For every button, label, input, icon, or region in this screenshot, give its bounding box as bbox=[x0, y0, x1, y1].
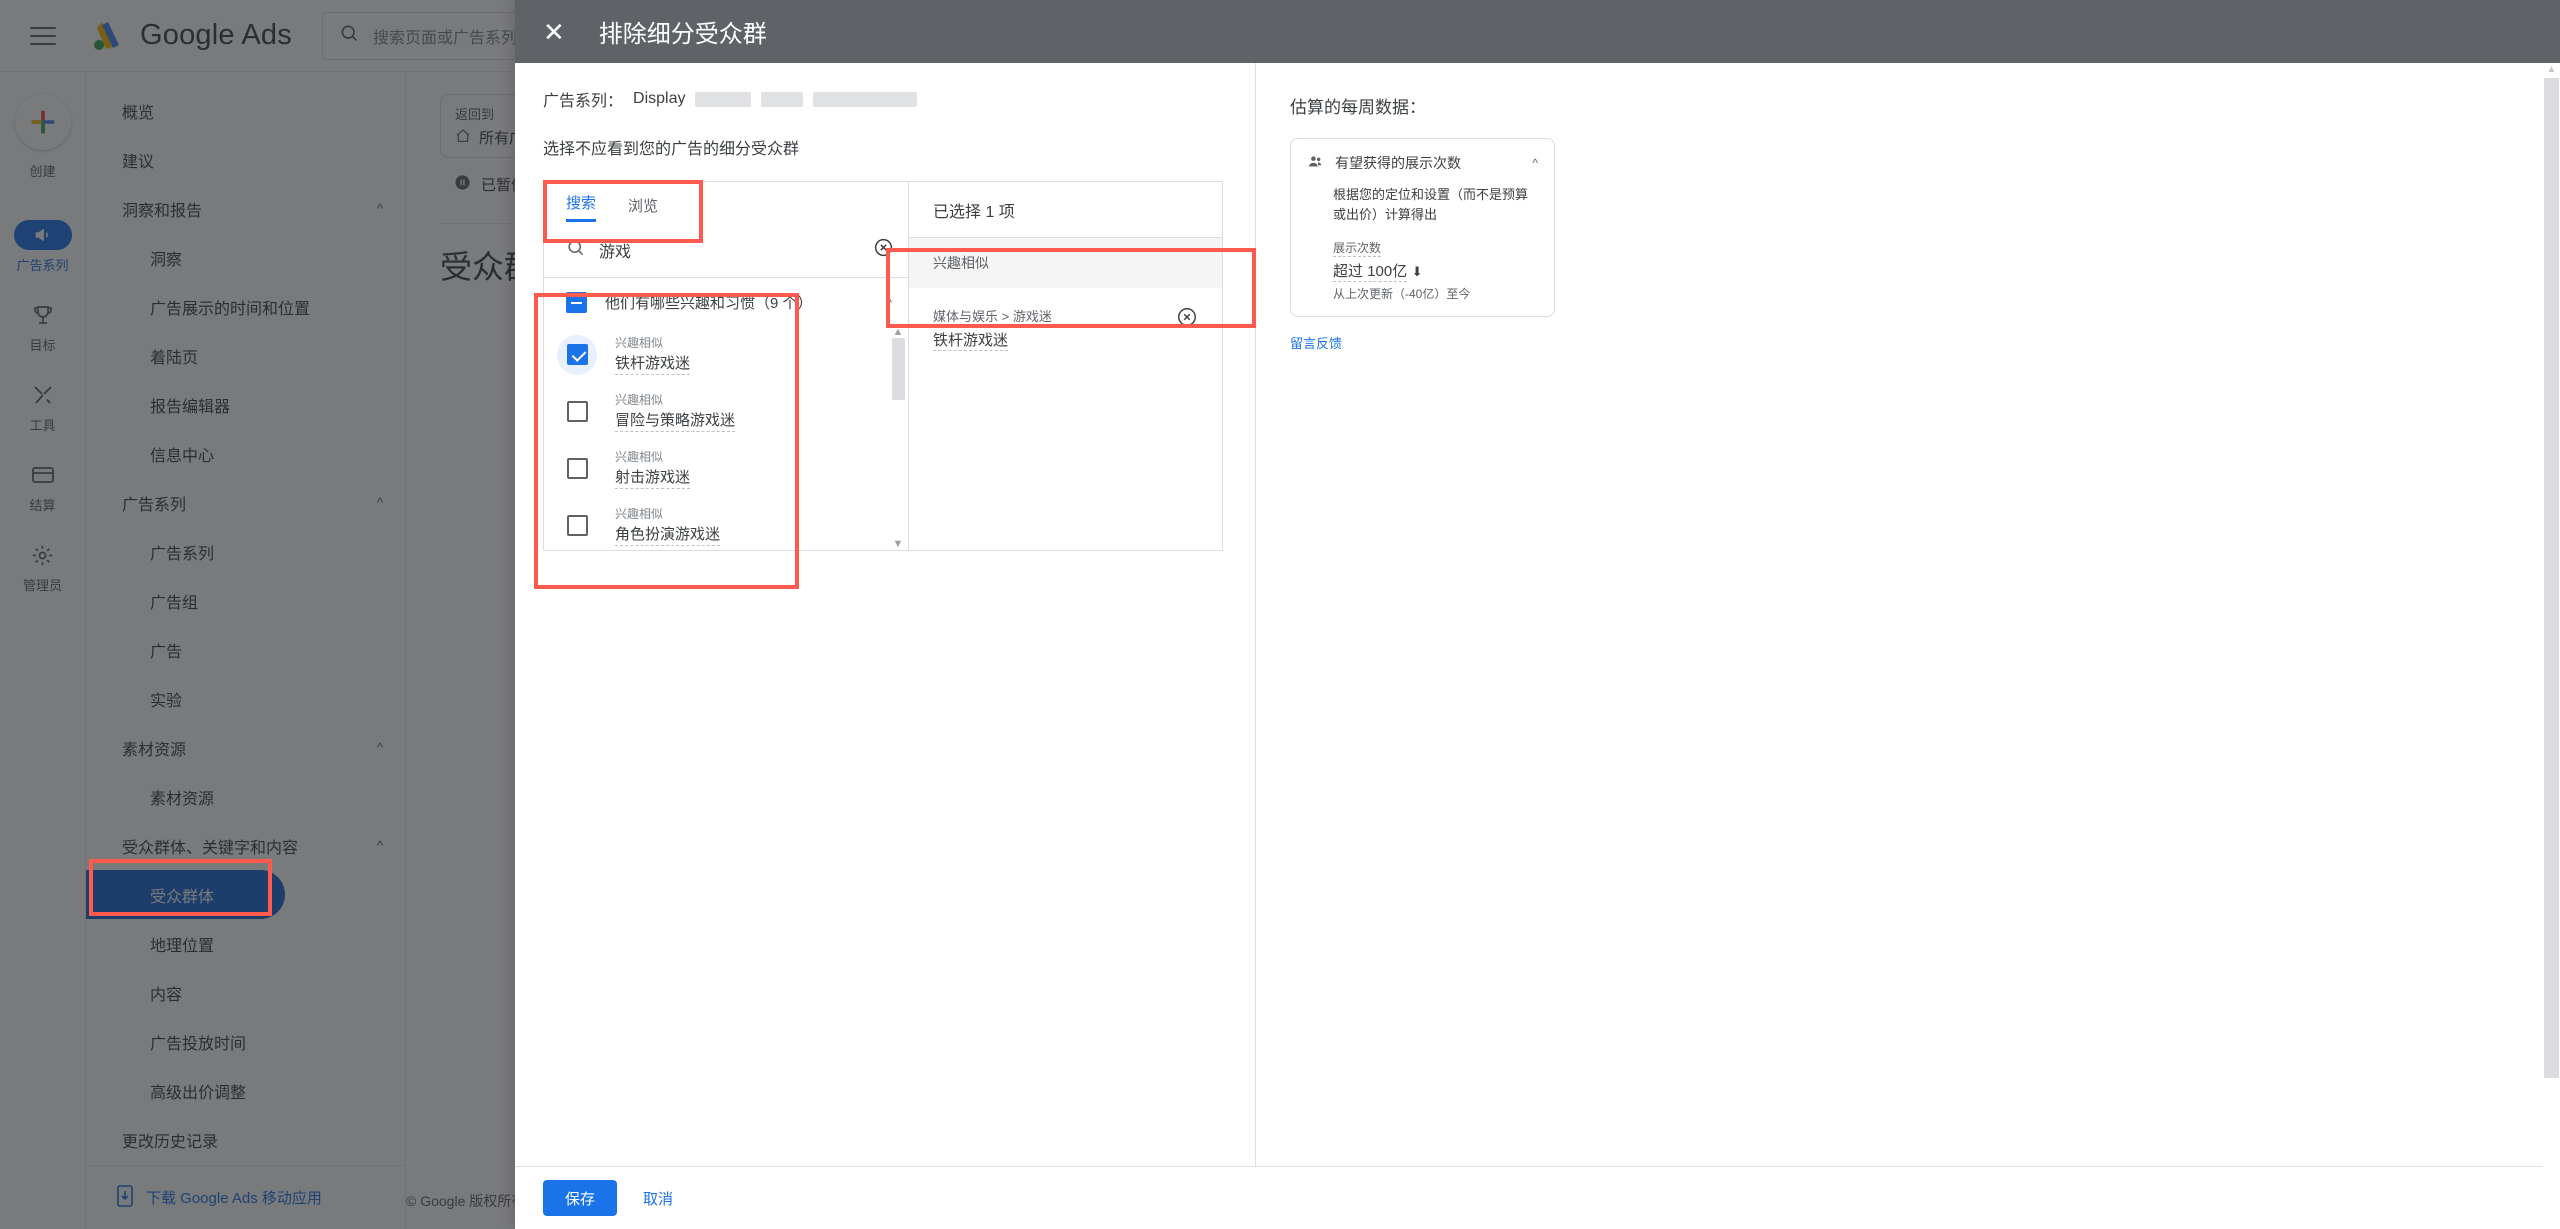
scroll-up-arrow-icon[interactable]: ▲ bbox=[2543, 63, 2560, 77]
impressions-metric-value: 超过 100亿 bbox=[1333, 260, 1408, 283]
dialog-title: 排除细分受众群 bbox=[598, 21, 767, 48]
arrow-down-icon: ⬇ bbox=[1411, 264, 1423, 280]
save-button[interactable]: 保存 bbox=[543, 1180, 618, 1216]
selected-header: 已选择 1 项 bbox=[909, 182, 1222, 238]
audience-option-checkbox-wrap[interactable] bbox=[557, 506, 597, 546]
picker-tabs: 搜索 浏览 bbox=[544, 182, 908, 222]
audience-option-checkbox[interactable] bbox=[566, 515, 588, 536]
scroll-up-arrow-icon[interactable]: ▲ bbox=[893, 326, 904, 338]
group-checkbox[interactable] bbox=[566, 291, 587, 313]
selected-category-row: 兴趣相似 bbox=[909, 238, 1222, 288]
audience-option-texts: 兴趣相似 射击游戏迷 bbox=[615, 448, 691, 489]
audience-option-category: 兴趣相似 bbox=[615, 336, 664, 350]
audience-option-name: 铁杆游戏迷 bbox=[615, 352, 691, 375]
audience-option-checkbox[interactable] bbox=[566, 401, 588, 422]
selected-audiences-column: 已选择 1 项 兴趣相似 媒体与娱乐 > 游戏迷铁杆游戏迷 bbox=[909, 182, 1222, 550]
impressions-estimate-card: 有望获得的展示次数 ^ 根据您的定位和设置（而不是预算或出价）计算得出 展示次数… bbox=[1290, 138, 1555, 318]
audience-option-checkbox-wrap[interactable] bbox=[557, 449, 597, 489]
page-scrollbar[interactable]: ▲ bbox=[2543, 63, 2560, 1229]
feedback-link[interactable]: 留言反馈 bbox=[1290, 333, 2526, 352]
tab-browse[interactable]: 浏览 bbox=[628, 195, 658, 222]
dialog-header: ✕ 排除细分受众群 bbox=[515, 0, 2560, 63]
chevron-up-icon[interactable]: ^ bbox=[1532, 156, 1538, 170]
dialog-left-pane: 广告系列： Display 选择不应看到您的广告的细分受众群 搜索 浏览 游戏 … bbox=[515, 63, 1255, 1166]
redacted-campaign-name bbox=[813, 91, 918, 107]
redacted-campaign-name bbox=[761, 91, 804, 107]
audience-option-category: 兴趣相似 bbox=[615, 393, 664, 407]
page-scroll-thumb[interactable] bbox=[2544, 78, 2559, 1078]
redacted-campaign-name bbox=[695, 91, 752, 107]
audience-search-column: 搜索 浏览 游戏 他们有哪些兴趣和习惯（9 个） ^ 兴趣相似 铁杆游戏迷 兴趣… bbox=[544, 182, 909, 550]
clear-circle-icon[interactable] bbox=[873, 237, 894, 263]
exclude-audience-dialog: ✕ 排除细分受众群 广告系列： Display 选择不应看到您的广告的细分受众群… bbox=[515, 0, 2560, 1229]
dialog-instruction: 选择不应看到您的广告的细分受众群 bbox=[543, 141, 800, 158]
campaign-prefix: 广告系列： bbox=[543, 93, 624, 110]
search-icon bbox=[566, 238, 585, 262]
audience-option-name: 射击游戏迷 bbox=[615, 466, 691, 489]
audience-option-row[interactable]: 兴趣相似角色扮演游戏迷 bbox=[566, 497, 908, 550]
audience-option-texts: 兴趣相似冒险与策略游戏迷 bbox=[615, 391, 736, 432]
audience-option-texts: 兴趣相似角色扮演游戏迷 bbox=[615, 505, 721, 546]
audience-option-checkbox[interactable] bbox=[566, 458, 588, 479]
audience-option-row[interactable]: 兴趣相似 铁杆游戏迷 bbox=[557, 326, 908, 383]
audience-option-category: 兴趣相似 bbox=[615, 507, 664, 521]
audience-option-category: 兴趣相似 bbox=[615, 450, 664, 464]
dialog-footer: 保存 取消 bbox=[515, 1166, 2560, 1229]
tab-search[interactable]: 搜索 bbox=[566, 192, 597, 222]
audience-option-texts: 兴趣相似 铁杆游戏迷 bbox=[615, 334, 691, 375]
cancel-button[interactable]: 取消 bbox=[631, 1180, 685, 1216]
audience-option-checkbox-wrap[interactable] bbox=[557, 392, 597, 432]
audience-option-checkbox-wrap[interactable] bbox=[557, 334, 597, 375]
remove-circle-icon[interactable] bbox=[1176, 306, 1198, 333]
audience-option-checkbox[interactable] bbox=[566, 344, 588, 365]
campaign-line: 广告系列： Display bbox=[543, 87, 1223, 111]
audience-option-row[interactable]: 兴趣相似冒险与策略游戏迷 bbox=[566, 383, 908, 440]
close-icon[interactable]: ✕ bbox=[543, 19, 565, 45]
impressions-metric: 展示次数 超过 100亿 ⬇ 从上次更新（-40亿）至今 bbox=[1333, 239, 1538, 302]
impressions-description: 根据您的定位和设置（而不是预算或出价）计算得出 bbox=[1333, 187, 1529, 223]
audience-option-row[interactable]: 兴趣相似 射击游戏迷 bbox=[566, 440, 908, 497]
selected-audience-item: 媒体与娱乐 > 游戏迷铁杆游戏迷 bbox=[909, 288, 1222, 369]
audience-option-list: 兴趣相似 铁杆游戏迷 兴趣相似 冒险与策略游戏迷 兴趣相似 射击游戏迷 兴趣相似 角色扮演游戏… bbox=[544, 326, 908, 550]
scroll-thumb[interactable] bbox=[891, 338, 905, 400]
audience-option-name: 冒险与策略游戏迷 bbox=[615, 409, 736, 432]
impressions-metric-note: 从上次更新（-40亿）至今 bbox=[1333, 287, 1471, 302]
group-header-label: 他们有哪些兴趣和习惯（9 个） bbox=[605, 294, 813, 312]
campaign-type: Display bbox=[633, 90, 686, 107]
audience-people-icon bbox=[1307, 153, 1324, 173]
estimates-title: 估算的每周数据： bbox=[1290, 98, 1426, 117]
chevron-up-icon[interactable]: ^ bbox=[886, 295, 892, 310]
selected-item-path: 媒体与娱乐 > 游戏迷 bbox=[933, 309, 1052, 324]
impressions-metric-label: 展示次数 bbox=[1333, 241, 1382, 258]
estimates-pane: 估算的每周数据： 有望获得的展示次数 ^ 根据您的定位和设置（而不是预算或出价）… bbox=[1255, 63, 2560, 1166]
dialog-body: 广告系列： Display 选择不应看到您的广告的细分受众群 搜索 浏览 游戏 … bbox=[515, 63, 2560, 1166]
selected-item-texts: 媒体与娱乐 > 游戏迷铁杆游戏迷 bbox=[933, 306, 1164, 351]
impressions-card-title: 有望获得的展示次数 bbox=[1335, 155, 1461, 171]
scroll-down-arrow-icon[interactable]: ▼ bbox=[893, 538, 904, 550]
audience-search-row: 游戏 bbox=[544, 222, 908, 278]
option-list-scrollbar[interactable]: ▲ ▼ bbox=[890, 326, 906, 550]
audience-option-name: 角色扮演游戏迷 bbox=[615, 523, 721, 546]
audience-search-input[interactable]: 游戏 bbox=[599, 238, 859, 262]
audience-picker: 搜索 浏览 游戏 他们有哪些兴趣和习惯（9 个） ^ 兴趣相似 铁杆游戏迷 兴趣… bbox=[543, 181, 1223, 551]
selected-item-name: 铁杆游戏迷 bbox=[933, 329, 1009, 351]
group-header[interactable]: 他们有哪些兴趣和习惯（9 个） ^ bbox=[544, 278, 908, 326]
